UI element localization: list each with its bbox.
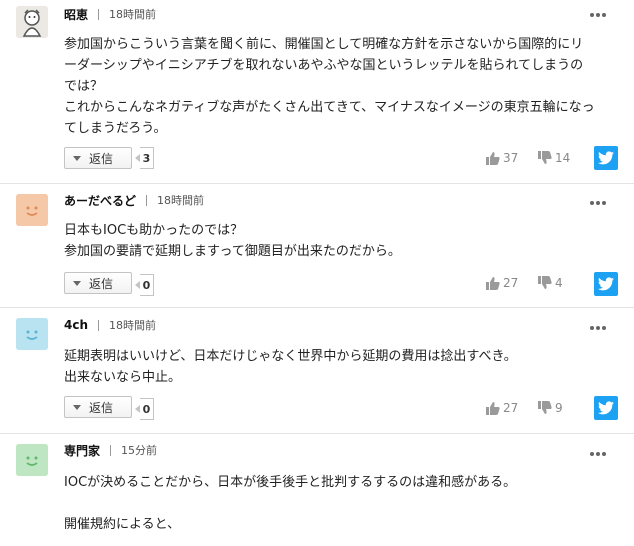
comment-line: ーダーシップやイニシアチブを取れないあやふやな国というレッテルを貼られてしまうの — [64, 58, 584, 73]
smiley-face-icon — [16, 194, 48, 226]
comment-line: 開催規約によると、 — [64, 517, 181, 532]
comment-line: 出来ないなら中止。 — [64, 370, 182, 385]
twitter-bird-icon — [598, 277, 614, 291]
comment-text: 日本もIOCも助かったのでは？ 参加国の要請で延期しますって御題目が出来たのだか… — [64, 220, 616, 262]
divider — [146, 194, 148, 206]
username[interactable]: 昭恵 — [64, 6, 88, 23]
like-count: 37 — [503, 151, 519, 165]
comment-item: 4ch 18時間前 延期表明はいいけど、日本だけじゃなく世界中から延期の費用は捻… — [0, 308, 634, 434]
twitter-share-button[interactable] — [594, 396, 618, 420]
thumbs-up-icon — [486, 277, 500, 290]
smiley-face-icon — [16, 444, 48, 476]
timestamp: 18時間前 — [109, 319, 157, 332]
reply-button[interactable]: 返信 — [64, 272, 132, 294]
like-button[interactable]: 27 — [486, 276, 518, 290]
dislike-button[interactable]: 9 — [538, 401, 563, 415]
avatar[interactable] — [16, 6, 48, 38]
comment-line: では？ — [64, 79, 104, 94]
caret-down-icon — [73, 404, 81, 410]
reply-button[interactable]: 返信 — [64, 396, 132, 418]
thumbs-down-icon — [538, 401, 552, 414]
comment-text: 参加国からこういう言葉を聞く前に、開催国として明確な方針を示さないから国際的にリ… — [64, 34, 616, 139]
twitter-share-button[interactable] — [594, 146, 618, 170]
avatar[interactable] — [16, 318, 48, 350]
comment-line: 参加国からこういう言葉を聞く前に、開催国として明確な方針を示さないから国際的にリ — [64, 37, 584, 52]
reply-count[interactable]: 0 — [135, 398, 154, 420]
username[interactable]: あーだべるど — [64, 192, 136, 209]
thumbs-up-icon — [486, 152, 500, 165]
comment-line: 延期表明はいいけど、日本だけじゃなく世界中から延期の費用は捻出すべき。 — [64, 349, 517, 364]
more-options-icon[interactable] — [590, 326, 606, 330]
comment-item: あーだべるど 18時間前 日本もIOCも助かったのでは？ 参加国の要請で延期しま… — [0, 184, 634, 308]
smiley-face-icon — [16, 318, 48, 350]
thumbs-up-icon — [486, 402, 500, 415]
twitter-bird-icon — [598, 151, 614, 165]
username[interactable]: 専門家 — [64, 442, 100, 459]
comment-line: てしまうだろう。 — [64, 121, 167, 136]
thumbs-down-icon — [538, 151, 552, 164]
reply-label: 返信 — [89, 276, 114, 291]
dislike-button[interactable]: 14 — [538, 151, 570, 165]
username[interactable]: 4ch — [64, 318, 88, 332]
more-options-icon[interactable] — [590, 13, 606, 17]
twitter-share-button[interactable] — [594, 272, 618, 296]
avatar[interactable] — [16, 194, 48, 226]
comment-line: これからこんなネガティブな声がたくさん出てきて、マイナスなイメージの東京五輪にな… — [64, 100, 595, 115]
twitter-bird-icon — [598, 401, 614, 415]
caret-down-icon — [73, 155, 81, 161]
dislike-count: 14 — [555, 151, 571, 165]
timestamp: 18時間前 — [157, 194, 205, 207]
comment-meta: 昭恵 18時間前 — [64, 6, 156, 22]
avatar[interactable] — [16, 444, 48, 476]
comment-line: IOCが決めることだから、日本が後手後手と批判するするのは違和感がある。 — [64, 475, 517, 490]
comment-line: 参加国の要請で延期しますって御題目が出来たのだから。 — [64, 244, 401, 259]
comment-line: 日本もIOCも助かったのでは？ — [64, 223, 244, 238]
timestamp: 15分前 — [121, 444, 158, 457]
divider — [98, 8, 100, 20]
like-button[interactable]: 37 — [486, 151, 518, 165]
dislike-count: 9 — [555, 401, 563, 415]
reply-button[interactable]: 返信 — [64, 147, 132, 169]
comment-text: IOCが決めることだから、日本が後手後手と批判するするのは違和感がある。 開催規… — [64, 472, 616, 535]
more-options-icon[interactable] — [590, 452, 606, 456]
thumbs-down-icon — [538, 276, 552, 289]
reply-label: 返信 — [89, 400, 114, 415]
comment-meta: 専門家 15分前 — [64, 442, 157, 458]
divider — [110, 444, 112, 456]
reply-count[interactable]: 0 — [135, 274, 154, 296]
comment-meta: 4ch 18時間前 — [64, 317, 156, 333]
dislike-button[interactable]: 4 — [538, 276, 563, 290]
caret-down-icon — [73, 280, 81, 286]
comment-meta: あーだべるど 18時間前 — [64, 192, 204, 208]
dislike-count: 4 — [555, 276, 563, 290]
reply-label: 返信 — [89, 151, 114, 166]
more-options-icon[interactable] — [590, 201, 606, 205]
character-avatar-icon — [16, 6, 48, 38]
comment-item: 専門家 15分前 IOCが決めることだから、日本が後手後手と批判するするのは違和… — [0, 434, 634, 546]
divider — [98, 319, 100, 331]
like-button[interactable]: 27 — [486, 401, 518, 415]
like-count: 27 — [503, 276, 519, 290]
comment-text: 延期表明はいいけど、日本だけじゃなく世界中から延期の費用は捻出すべき。 出来ない… — [64, 346, 616, 388]
like-count: 27 — [503, 401, 519, 415]
comment-line — [64, 493, 616, 514]
timestamp: 18時間前 — [109, 8, 157, 21]
reply-count[interactable]: 3 — [135, 147, 154, 169]
comment-item: 昭恵 18時間前 参加国からこういう言葉を聞く前に、開催国として明確な方針を示さ… — [0, 0, 634, 184]
